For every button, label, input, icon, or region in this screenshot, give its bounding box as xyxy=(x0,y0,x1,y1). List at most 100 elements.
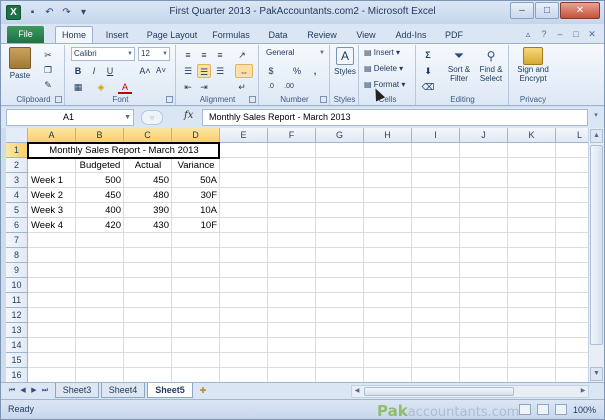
tab-view[interactable]: View xyxy=(351,27,381,43)
expand-formula-bar-icon[interactable]: ▾ xyxy=(590,111,602,123)
header-cell-variance[interactable]: Variance xyxy=(172,158,220,173)
prev-sheet-icon[interactable]: ◀ xyxy=(18,385,28,397)
percent-button[interactable]: % xyxy=(290,64,304,78)
variance-value-cell[interactable]: 10A xyxy=(172,203,220,218)
row-header-6[interactable]: 6 xyxy=(6,218,28,233)
actual-value-cell[interactable]: 390 xyxy=(124,203,172,218)
header-cell-budgeted[interactable]: Budgeted xyxy=(76,158,124,173)
italic-button[interactable]: I xyxy=(87,64,101,78)
column-header-a[interactable]: A xyxy=(28,128,76,143)
decrease-decimal-icon[interactable]: .00 xyxy=(282,80,296,94)
column-header-e[interactable]: E xyxy=(220,128,268,143)
row-header-3[interactable]: 3 xyxy=(6,173,28,188)
actual-value-cell[interactable]: 450 xyxy=(124,173,172,188)
help-icon[interactable]: ? xyxy=(538,28,550,40)
week-label-cell[interactable]: Week 3 xyxy=(28,203,76,218)
font-name-select[interactable]: Calibri ▼ xyxy=(71,47,135,61)
sheet-tab-sheet3[interactable]: Sheet3 xyxy=(55,383,99,398)
font-launcher-icon[interactable] xyxy=(166,96,173,103)
row-header-15[interactable]: 15 xyxy=(6,353,28,368)
vertical-scroll-thumb[interactable] xyxy=(590,145,603,345)
align-bottom-icon[interactable]: ≡ xyxy=(213,48,227,62)
formula-input[interactable]: Monthly Sales Report - March 2013 xyxy=(202,109,588,126)
alignment-launcher-icon[interactable] xyxy=(249,96,256,103)
align-left-icon[interactable]: ☰ xyxy=(181,64,195,78)
week-label-cell[interactable]: Week 2 xyxy=(28,188,76,203)
styles-button[interactable]: A Styles xyxy=(331,47,359,76)
budgeted-value-cell[interactable]: 450 xyxy=(76,188,124,203)
row-header-14[interactable]: 14 xyxy=(6,338,28,353)
clipboard-launcher-icon[interactable] xyxy=(55,96,62,103)
increase-decimal-icon[interactable]: .0 xyxy=(264,80,278,94)
select-all-button[interactable] xyxy=(6,128,28,143)
maximize-button[interactable]: □ xyxy=(535,2,559,19)
wrap-text-icon[interactable]: ↵ xyxy=(235,80,249,94)
insert-button[interactable]: ▤ Insert ▾ xyxy=(364,48,400,57)
next-sheet-icon[interactable]: ▶ xyxy=(29,385,39,397)
align-center-icon[interactable]: ☰ xyxy=(197,64,211,78)
row-header-11[interactable]: 11 xyxy=(6,293,28,308)
row-header-12[interactable]: 12 xyxy=(6,308,28,323)
increase-indent-icon[interactable]: ⇥ xyxy=(197,80,211,94)
insert-sheet-icon[interactable]: ✚ xyxy=(195,384,211,397)
row-header-10[interactable]: 10 xyxy=(6,278,28,293)
week-label-cell[interactable]: Week 1 xyxy=(28,173,76,188)
tab-formulas[interactable]: Formulas xyxy=(209,27,253,43)
decrease-indent-icon[interactable]: ⇤ xyxy=(181,80,195,94)
align-top-icon[interactable]: ≡ xyxy=(181,48,195,62)
sort-filter-button[interactable]: ⏷ Sort & Filter xyxy=(443,47,475,83)
budgeted-value-cell[interactable]: 500 xyxy=(76,173,124,188)
formula-cancel-icon[interactable]: ○ xyxy=(141,110,163,125)
first-sheet-icon[interactable]: ⏮ xyxy=(7,385,17,397)
workbook-restore-icon[interactable]: □ xyxy=(570,28,582,40)
align-right-icon[interactable]: ☰ xyxy=(213,64,227,78)
actual-value-cell[interactable]: 430 xyxy=(124,218,172,233)
row-header-5[interactable]: 5 xyxy=(6,203,28,218)
format-button[interactable]: ▤ Format ▾ xyxy=(364,80,405,89)
orientation-icon[interactable]: ↗ xyxy=(235,48,249,62)
header-cell-actual[interactable]: Actual xyxy=(124,158,172,173)
column-header-h[interactable]: H xyxy=(364,128,412,143)
tab-data[interactable]: Data xyxy=(263,27,293,43)
tab-pdf[interactable]: PDF xyxy=(441,27,467,43)
variance-value-cell[interactable]: 10F xyxy=(172,218,220,233)
font-size-select[interactable]: 12 ▼ xyxy=(138,47,170,61)
comma-button[interactable]: , xyxy=(308,64,322,78)
clear-icon[interactable]: ⌫ xyxy=(421,80,435,94)
page-break-view-icon[interactable] xyxy=(554,404,567,415)
tab-add-ins[interactable]: Add-Ins xyxy=(391,27,431,43)
workbook-minimize-icon[interactable]: – xyxy=(554,28,566,40)
merge-center-icon[interactable]: ⇔ xyxy=(235,64,253,78)
scroll-up-icon[interactable]: ▲ xyxy=(590,129,603,143)
underline-button[interactable]: U xyxy=(103,64,117,78)
autosum-button[interactable]: Σ xyxy=(421,48,435,62)
format-painter-icon[interactable]: ✎ xyxy=(41,78,55,92)
column-header-k[interactable]: K xyxy=(508,128,556,143)
last-sheet-icon[interactable]: ⏭ xyxy=(40,385,50,397)
workbook-close-icon[interactable]: ✕ xyxy=(586,28,598,40)
currency-button[interactable]: $ xyxy=(264,64,278,78)
borders-icon[interactable]: ▦ xyxy=(71,80,85,94)
row-header-13[interactable]: 13 xyxy=(6,323,28,338)
page-layout-view-icon[interactable] xyxy=(536,404,549,415)
increase-font-icon[interactable]: A˄ xyxy=(138,64,152,78)
number-launcher-icon[interactable] xyxy=(320,96,327,103)
cut-icon[interactable]: ✂ xyxy=(41,48,55,62)
delete-button[interactable]: ▤ Delete ▾ xyxy=(364,64,403,73)
bold-button[interactable]: B xyxy=(71,64,85,78)
close-button[interactable]: ✕ xyxy=(560,2,600,19)
budgeted-value-cell[interactable]: 400 xyxy=(76,203,124,218)
column-header-f[interactable]: F xyxy=(268,128,316,143)
fill-color-icon[interactable]: ◈ xyxy=(94,80,108,94)
insert-function-icon[interactable]: fx xyxy=(184,110,193,121)
column-header-i[interactable]: I xyxy=(412,128,460,143)
decrease-font-icon[interactable]: A˅ xyxy=(154,64,168,78)
sheet-tab-sheet5[interactable]: Sheet5 xyxy=(147,383,193,398)
actual-value-cell[interactable]: 480 xyxy=(124,188,172,203)
row-header-4[interactable]: 4 xyxy=(6,188,28,203)
scroll-down-icon[interactable]: ▼ xyxy=(590,367,603,381)
minimize-ribbon-icon[interactable]: ▵ xyxy=(522,28,534,40)
fill-icon[interactable]: ⬇ xyxy=(421,64,435,78)
column-header-c[interactable]: C xyxy=(124,128,172,143)
horizontal-scroll-thumb[interactable] xyxy=(364,387,514,396)
